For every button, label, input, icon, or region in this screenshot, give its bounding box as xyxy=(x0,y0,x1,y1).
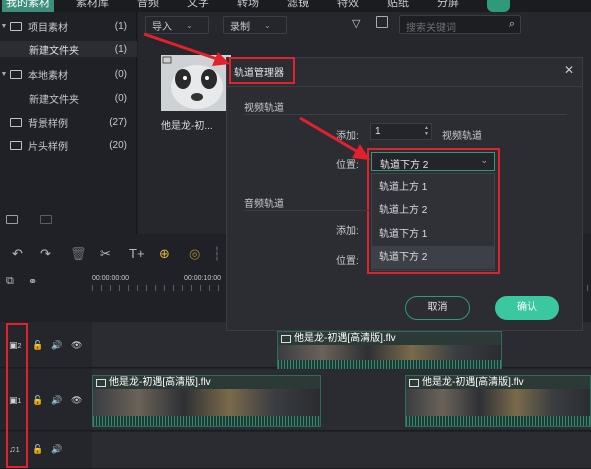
tab-transitions[interactable]: 转场 xyxy=(237,0,259,12)
folder-icon xyxy=(10,117,22,127)
folder-count: (0) xyxy=(114,92,127,104)
video-track-section-label: 视频轨道 xyxy=(244,103,284,114)
thumbnail-caption: 他是龙-初... xyxy=(161,121,213,132)
clip-frames xyxy=(278,345,501,360)
folder-label: 新建文件夹 xyxy=(29,94,79,106)
audio-waveform xyxy=(406,416,590,426)
redo-icon[interactable]: ↷ xyxy=(40,246,51,262)
speed-icon[interactable]: ◎ xyxy=(189,246,200,262)
eye-icon[interactable]: 👁 xyxy=(71,340,82,351)
scissors-icon[interactable]: ✂ xyxy=(100,246,111,262)
divider xyxy=(244,114,567,115)
annotation-arrow-title xyxy=(143,32,230,66)
divider xyxy=(244,210,369,211)
media-folder-panel: ▼ 项目素材 (1) 新建文件夹 (1) ▼ 本地素材 (0) 新建文件夹 (0… xyxy=(0,12,137,234)
lock-icon[interactable]: 🔓 xyxy=(32,340,43,351)
audio-add-label: 添加: xyxy=(336,226,359,237)
folder-label: 本地素材 xyxy=(28,70,68,82)
tab-media-library[interactable]: 素材库 xyxy=(76,0,109,12)
text-add-icon[interactable]: T+ xyxy=(129,246,145,261)
add-count-stepper[interactable]: 1 ▲ ▼ xyxy=(370,123,432,140)
tab-text[interactable]: 文字 xyxy=(187,0,209,12)
clip-title: 他是龙-初遇[高清版].flv xyxy=(93,376,320,389)
video-clip[interactable]: 他是龙-初遇[高清版].flv xyxy=(405,375,591,427)
volume-icon[interactable]: 🔊 xyxy=(51,340,62,351)
clip-frames xyxy=(93,389,320,416)
tab-stickers[interactable]: 贴纸 xyxy=(387,0,409,12)
annotation-box-track-labels xyxy=(6,323,28,468)
folder-label: 背景样例 xyxy=(28,118,68,130)
lock-icon[interactable]: 🔓 xyxy=(32,444,43,455)
add-unit-label: 视频轨道 xyxy=(442,131,482,142)
folder-icon xyxy=(10,69,22,79)
chevron-down-icon: ⌄ xyxy=(264,20,271,30)
divider xyxy=(227,86,582,87)
clip-title: 他是龙-初遇[高清版].flv xyxy=(278,332,501,345)
folder-background-samples[interactable]: 背景样例 (27) xyxy=(0,114,137,130)
clip-title: 他是龙-初遇[高清版].flv xyxy=(406,376,590,389)
tab-my-media[interactable]: 我的素材 xyxy=(2,0,54,12)
annotation-arrow-position xyxy=(299,116,370,160)
volume-icon[interactable]: 🔊 xyxy=(51,395,62,406)
grid-view-icon[interactable] xyxy=(376,16,388,28)
confirm-button[interactable]: 确认 xyxy=(495,296,559,320)
stepper-arrows-icon[interactable]: ▲ ▼ xyxy=(424,125,429,137)
clip-frames xyxy=(406,389,590,416)
folder-icon xyxy=(10,140,22,150)
folder-count: (1) xyxy=(114,20,127,32)
undo-icon[interactable]: ↶ xyxy=(12,246,23,262)
audio-waveform xyxy=(93,416,320,426)
folder-icon xyxy=(10,21,22,31)
folder-new-folder-2[interactable]: 新建文件夹 (0) xyxy=(0,90,137,106)
folder-count: (0) xyxy=(114,68,127,80)
folder-label: 项目素材 xyxy=(28,22,68,34)
ruler-time-start: 00:00:00:00 xyxy=(92,275,129,282)
ruler-time-10s: 00:00:10:00 xyxy=(184,275,221,282)
link-icon[interactable]: ⚭ xyxy=(28,275,37,288)
delete-icon[interactable]: 🗑 xyxy=(70,246,87,262)
search-input[interactable]: 搜索关键词 ⌕ xyxy=(399,15,521,34)
folder-new-folder-1[interactable]: 新建文件夹 (1) xyxy=(0,41,137,57)
tab-audio[interactable]: 音频 xyxy=(137,0,159,12)
chevron-down-icon: ⌄ xyxy=(186,20,193,30)
folder-icon[interactable] xyxy=(40,215,52,224)
video-clip[interactable]: 他是龙-初遇[高清版].flv xyxy=(92,375,321,427)
track-lane-audio-1[interactable] xyxy=(92,432,591,469)
export-button[interactable] xyxy=(487,0,511,12)
volume-icon[interactable]: 🔊 xyxy=(51,444,62,455)
add-marker-icon[interactable]: ⊕ xyxy=(159,246,170,262)
cancel-button[interactable]: 取消 xyxy=(405,296,470,320)
audio-track-section-label: 音频轨道 xyxy=(244,199,284,210)
folder-project-media[interactable]: ▼ 项目素材 (1) xyxy=(0,18,137,34)
tab-split-screen[interactable]: 分屏 xyxy=(437,0,459,12)
lock-icon[interactable]: 🔓 xyxy=(32,395,43,406)
search-icon[interactable]: ⌕ xyxy=(509,18,515,31)
annotation-box-position xyxy=(367,148,500,274)
folder-intro-samples[interactable]: 片头样例 (20) xyxy=(0,137,137,153)
new-folder-icon[interactable] xyxy=(6,215,18,224)
expand-icon[interactable]: ▼ xyxy=(0,23,8,30)
more-icon[interactable]: ┆ xyxy=(213,246,221,262)
top-tab-bar: 我的素材 素材库 音频 文字 转场 滤镜 特效 贴纸 分屏 xyxy=(0,0,591,12)
folder-count: (27) xyxy=(109,116,127,128)
search-placeholder: 搜索关键词 xyxy=(406,23,456,34)
add-track-icon[interactable]: ⧉ xyxy=(6,275,14,288)
folder-label: 新建文件夹 xyxy=(29,45,79,57)
folder-count: (20) xyxy=(109,139,127,151)
folder-count: (1) xyxy=(114,43,127,55)
tab-filters[interactable]: 滤镜 xyxy=(287,0,309,12)
filter-icon[interactable]: ▽ xyxy=(352,17,360,30)
expand-icon[interactable]: ▼ xyxy=(0,71,8,78)
folder-local-media[interactable]: ▼ 本地素材 (0) xyxy=(0,66,137,82)
tab-effects[interactable]: 特效 xyxy=(337,0,359,12)
folder-label: 片头样例 xyxy=(28,141,68,153)
video-clip[interactable]: 他是龙-初遇[高清版].flv xyxy=(277,331,502,371)
audio-position-label: 位置: xyxy=(336,256,359,267)
eye-icon[interactable]: 👁 xyxy=(71,395,82,406)
close-icon[interactable]: ✕ xyxy=(564,63,574,77)
